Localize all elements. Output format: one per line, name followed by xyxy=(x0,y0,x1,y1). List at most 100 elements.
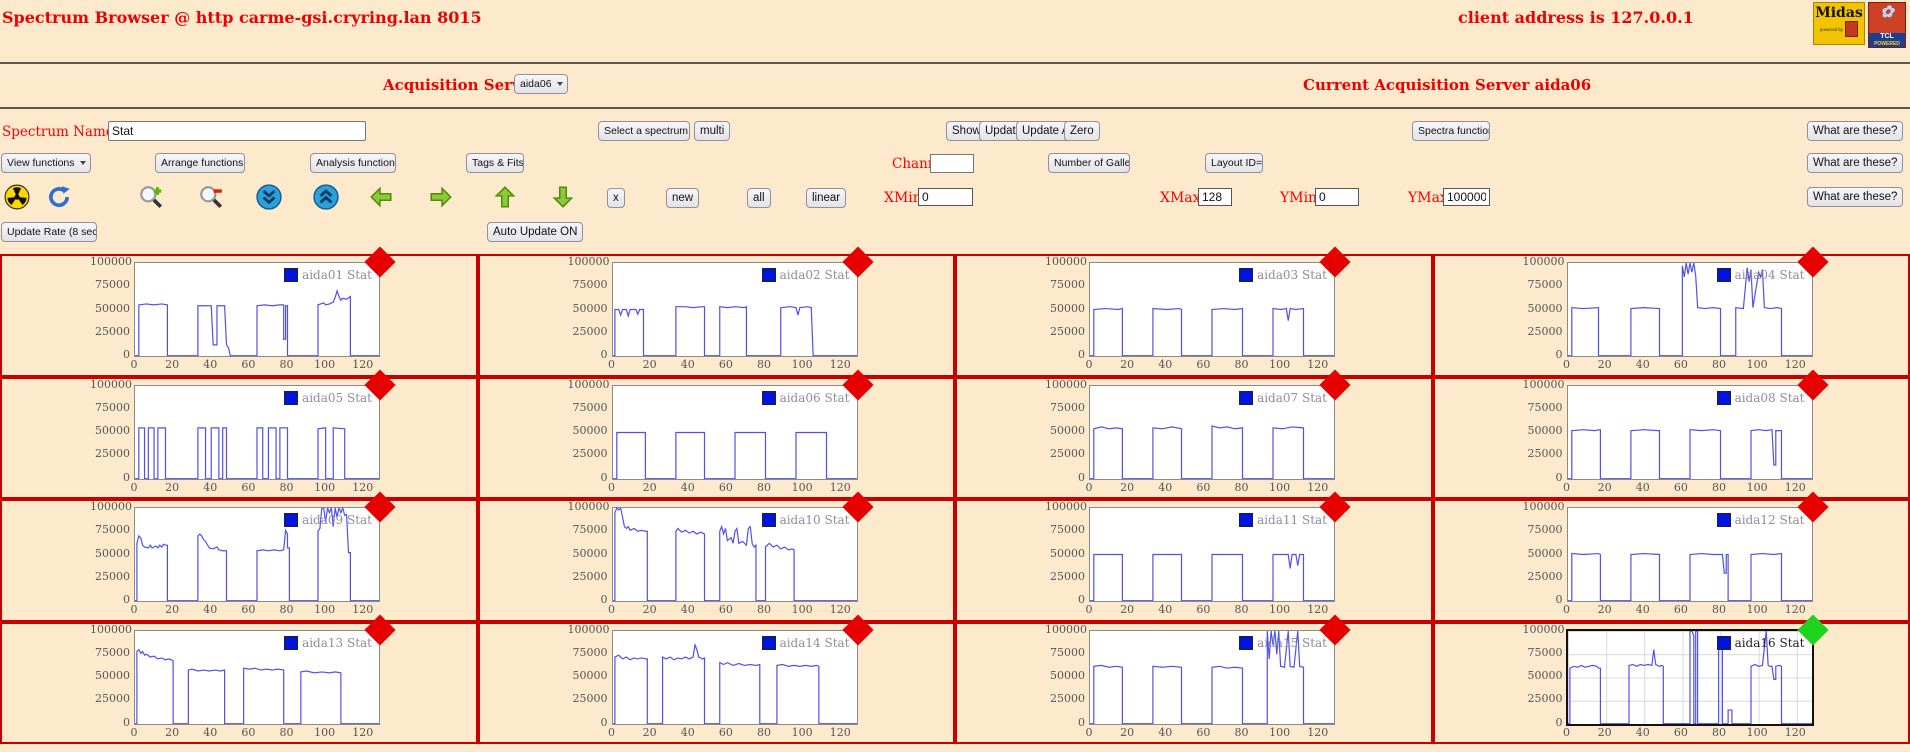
spectrum-cell-aida09[interactable]: 1000007500050000250000aida09 Stat0204060… xyxy=(0,499,478,622)
spectrum-cell-aida11[interactable]: 1000007500050000250000aida11 Stat0204060… xyxy=(955,499,1433,622)
spectrum-chart: 1000007500050000250000aida05 Stat0204060… xyxy=(90,383,390,497)
zoom-out-icon[interactable] xyxy=(198,184,224,210)
scroll-up-icon[interactable] xyxy=(313,184,339,210)
view-functions-value: View functions xyxy=(7,157,75,169)
y-axis-label: 75000 xyxy=(90,278,130,291)
legend-swatch-icon xyxy=(1717,636,1731,650)
y-axis-label: 100000 xyxy=(568,500,608,513)
y-axis-label: 50000 xyxy=(90,547,130,560)
x-axis-label: 0 xyxy=(131,481,138,494)
new-button[interactable]: new xyxy=(666,188,699,208)
legend-swatch-icon xyxy=(1717,513,1731,527)
ymax-input[interactable] xyxy=(1443,188,1490,206)
legend: aida04 Stat xyxy=(1717,268,1805,282)
spectrum-cell-aida15[interactable]: 1000007500050000250000aida15 Stat0204060… xyxy=(955,622,1433,745)
y-axis-label: 50000 xyxy=(1523,669,1563,682)
analysis-functions-select[interactable]: Analysis functions xyxy=(310,153,396,173)
ymax-label: YMax xyxy=(1408,190,1448,206)
legend-label: aida13 Stat xyxy=(302,636,372,650)
legend: aida14 Stat xyxy=(762,636,850,650)
x-axis-label: 0 xyxy=(1086,726,1093,739)
spectrum-trace xyxy=(613,432,857,478)
spectrum-cell-aida02[interactable]: 1000007500050000250000aida02 Stat0204060… xyxy=(478,254,956,377)
channel-input[interactable] xyxy=(930,154,974,173)
x-axis-label: 0 xyxy=(608,358,615,371)
legend-label: aida16 Stat xyxy=(1735,636,1805,650)
y-axis-label: 75000 xyxy=(1523,523,1563,536)
x-axis-label: 100 xyxy=(1747,481,1768,494)
y-axis-label: 25000 xyxy=(568,692,608,705)
x-axis-label: 100 xyxy=(314,726,335,739)
legend-swatch-icon xyxy=(1239,636,1253,650)
zero-button[interactable]: Zero xyxy=(1064,121,1100,141)
spectrum-trace xyxy=(135,649,379,723)
all-button[interactable]: all xyxy=(747,188,771,208)
scroll-down-icon[interactable] xyxy=(256,184,282,210)
view-functions-select[interactable]: View functions xyxy=(1,153,91,173)
x-axis-label: 80 xyxy=(280,358,294,371)
spectrum-chart: 1000007500050000250000aida09 Stat0204060… xyxy=(90,505,390,619)
y-axis-label: 0 xyxy=(568,716,608,729)
what-are-these-button-2[interactable]: What are these? xyxy=(1807,153,1903,173)
select-a-spectrum-select[interactable]: Select a spectrum xyxy=(598,121,690,141)
legend-label: aida06 Stat xyxy=(780,391,850,405)
x-axis-label: 20 xyxy=(165,358,179,371)
y-axis-label: 75000 xyxy=(1045,278,1085,291)
x-axis-label: 40 xyxy=(203,481,217,494)
spectrum-cell-aida04[interactable]: 1000007500050000250000aida04 Stat0204060… xyxy=(1433,254,1910,377)
zoom-in-icon[interactable] xyxy=(138,184,164,210)
spectrum-cell-aida07[interactable]: 1000007500050000250000aida07 Stat0204060… xyxy=(955,377,1433,500)
what-are-these-button-1[interactable]: What are these? xyxy=(1807,121,1903,141)
arrow-left-icon[interactable] xyxy=(368,184,394,210)
spectrum-chart: 1000007500050000250000aida01 Stat0204060… xyxy=(90,260,390,374)
ymin-input[interactable] xyxy=(1315,188,1359,206)
y-axis-label: 100000 xyxy=(1523,623,1563,636)
chevron-down-icon xyxy=(557,82,563,86)
linear-button[interactable]: linear xyxy=(806,188,846,208)
arrow-right-icon[interactable] xyxy=(428,184,454,210)
spectrum-trace xyxy=(1090,309,1334,356)
tags-fits-select[interactable]: Tags & Fits xyxy=(466,153,524,173)
spectrum-trace xyxy=(613,644,857,723)
spectrum-cell-aida14[interactable]: 1000007500050000250000aida14 Stat0204060… xyxy=(478,622,956,745)
y-axis-label: 0 xyxy=(1523,593,1563,606)
what-are-these-button-3[interactable]: What are these? xyxy=(1807,187,1903,207)
arrow-down-icon[interactable] xyxy=(550,184,576,210)
plot-area: aida01 Stat xyxy=(134,262,380,357)
spectrum-cell-aida01[interactable]: 1000007500050000250000aida01 Stat0204060… xyxy=(0,254,478,377)
refresh-icon[interactable] xyxy=(46,184,72,210)
x-axis-label: 100 xyxy=(1747,358,1768,371)
x-axis-label: 0 xyxy=(131,358,138,371)
y-axis-label: 50000 xyxy=(1045,547,1085,560)
legend-label: aida04 Stat xyxy=(1735,268,1805,282)
x-axis-label: 60 xyxy=(719,603,733,616)
update-rate-select[interactable]: Update Rate (8 secs) xyxy=(1,222,97,242)
xmax-input[interactable] xyxy=(1198,188,1232,206)
arrow-up-icon[interactable] xyxy=(492,184,518,210)
x-axis-button[interactable]: x xyxy=(607,188,625,208)
xmin-input[interactable] xyxy=(918,188,973,206)
spectrum-cell-aida12[interactable]: 1000007500050000250000aida12 Stat0204060… xyxy=(1433,499,1910,622)
x-axis-label: 40 xyxy=(203,726,217,739)
spectrum-cell-aida13[interactable]: 1000007500050000250000aida13 Stat0204060… xyxy=(0,622,478,745)
spectrum-cell-aida16[interactable]: 1000007500050000250000aida16 Stat0204060… xyxy=(1433,622,1910,745)
arrange-functions-select[interactable]: Arrange functions xyxy=(155,153,245,173)
spectrum-cell-aida08[interactable]: 1000007500050000250000aida08 Stat0204060… xyxy=(1433,377,1910,500)
y-axis-label: 100000 xyxy=(1045,378,1085,391)
spectra-functions-select[interactable]: Spectra functions xyxy=(1412,121,1490,141)
layout-id-select[interactable]: Layout ID=2 xyxy=(1205,153,1263,173)
auto-update-button[interactable]: Auto Update ON xyxy=(487,222,583,242)
spectrum-cell-aida06[interactable]: 1000007500050000250000aida06 Stat0204060… xyxy=(478,377,956,500)
spectrum-cell-aida10[interactable]: 1000007500050000250000aida10 Stat0204060… xyxy=(478,499,956,622)
legend: aida01 Stat xyxy=(284,268,372,282)
number-of-galleries-select[interactable]: Number of Galleries xyxy=(1048,153,1130,173)
acquisition-server-select[interactable]: aida06 xyxy=(514,74,568,94)
y-axis-label: 25000 xyxy=(1523,447,1563,460)
spectrum-cell-aida03[interactable]: 1000007500050000250000aida03 Stat0204060… xyxy=(955,254,1433,377)
spectrum-name-input[interactable] xyxy=(108,121,366,141)
multi-button[interactable]: multi xyxy=(694,121,730,141)
x-axis-label: 120 xyxy=(1307,358,1328,371)
radiation-icon[interactable] xyxy=(4,184,30,210)
spectrum-cell-aida05[interactable]: 1000007500050000250000aida05 Stat0204060… xyxy=(0,377,478,500)
y-axis-label: 0 xyxy=(90,593,130,606)
